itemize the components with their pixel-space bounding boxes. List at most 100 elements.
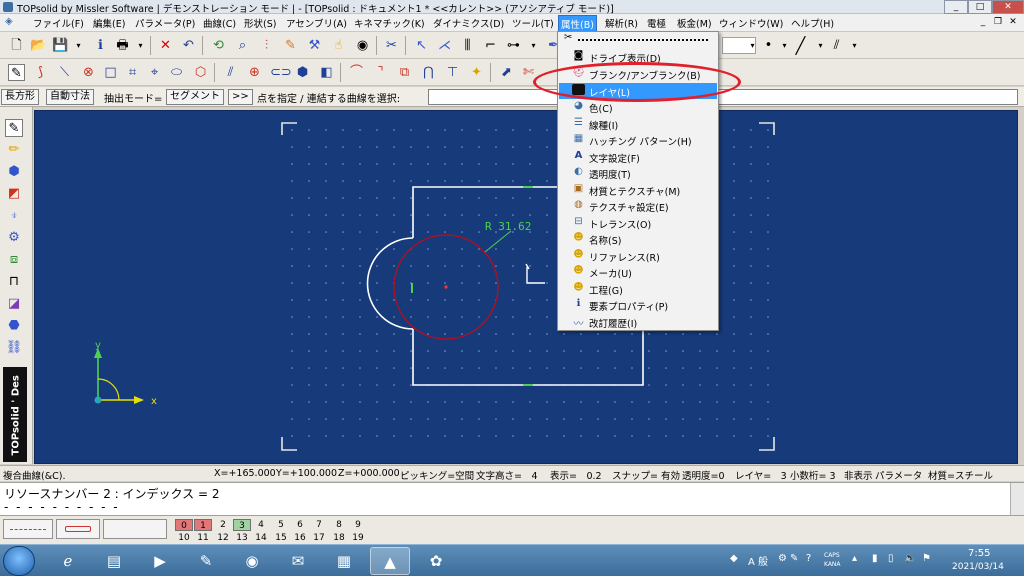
cube-icon[interactable]: ⬢ (5, 163, 23, 181)
auto-dimension-button[interactable]: 自動寸法 (46, 89, 94, 105)
menu-tools[interactable]: ツール(T) (511, 16, 555, 30)
layer-18[interactable]: 18 (330, 532, 348, 544)
delete-icon[interactable]: ✕ (157, 37, 174, 54)
menu-shape[interactable]: 形状(S) (243, 16, 277, 30)
paint-icon[interactable]: ✿ (416, 547, 456, 575)
split-icon[interactable]: ⋌ (436, 37, 453, 54)
menu-edit[interactable]: 編集(E) (92, 16, 126, 30)
layer-5[interactable]: 5 (272, 519, 290, 531)
rectangle-icon[interactable]: □ (102, 64, 119, 81)
layer-17[interactable]: 17 (310, 532, 328, 544)
shape-preview[interactable] (56, 519, 100, 539)
menu-item-text-settings[interactable]: A 文字設定(F) (559, 149, 717, 165)
layer-14[interactable]: 14 (252, 532, 270, 544)
paint-tool-icon[interactable]: ✎ (186, 547, 226, 575)
menu-item-transparency[interactable]: ◐ 透明度(T) (559, 165, 717, 181)
frame-icon[interactable]: ⌗ (124, 64, 141, 81)
menu-assembly[interactable]: アセンブリ(A) (285, 16, 348, 30)
layer-15[interactable]: 15 (272, 532, 290, 544)
layer-1[interactable]: 1 (194, 519, 212, 531)
tool-icon[interactable]: ✎ (282, 37, 299, 54)
layer-4[interactable]: 4 (252, 519, 270, 531)
minimize-button[interactable]: _ (944, 0, 968, 14)
status-parameters[interactable]: パラメータ (875, 468, 922, 482)
chain-icon[interactable]: ⛓ (5, 339, 23, 357)
tray-icon[interactable]: ⊓ (5, 273, 23, 291)
line-preview[interactable] (3, 519, 53, 539)
corner-icon[interactable]: ⌝ (372, 64, 389, 81)
status-material[interactable]: 材質=スチール (928, 468, 993, 482)
circle-icon[interactable]: ⊗ (80, 64, 97, 81)
undo-icon[interactable]: ↶ (180, 37, 197, 54)
open-folder-icon[interactable]: 📂 (30, 37, 47, 54)
construction-icon[interactable]: ⌖ (146, 64, 163, 81)
doc-icon[interactable]: ◈ (5, 16, 13, 27)
next-button[interactable]: >> (228, 89, 253, 105)
surface-icon[interactable]: ◩ (5, 185, 23, 203)
modify-icon[interactable]: ⫶ (258, 37, 275, 54)
menu-item-material-texture[interactable]: ▣ 材質とテクスチャ(M) (559, 182, 717, 198)
offset-icon[interactable]: ⊶ (505, 37, 522, 54)
arch-icon[interactable]: ⋂ (420, 64, 437, 81)
menu-sheetmetal[interactable]: 板金(M) (676, 16, 713, 30)
layer-10[interactable]: 10 (175, 532, 193, 544)
arc-icon[interactable]: ⌒ (348, 64, 365, 81)
clock-time[interactable]: 7:55 (968, 548, 990, 559)
pin-icon[interactable]: ⍖ (5, 207, 23, 225)
topsolid-task-icon[interactable]: ▲ (370, 547, 410, 575)
layer-8[interactable]: 8 (330, 519, 348, 531)
point-dropdown-icon[interactable]: ▾ (776, 37, 793, 54)
media-player-icon[interactable]: ▶ (140, 547, 180, 575)
rectangle-button[interactable]: 長方形 (1, 89, 39, 105)
line-icon[interactable]: ⟍ (56, 64, 73, 81)
solid-icon[interactable]: ⬢ (294, 64, 311, 81)
offset-dropdown-icon[interactable]: ▾ (525, 37, 542, 54)
new-file-icon[interactable]: 🗋 (8, 37, 25, 54)
status-text-height[interactable]: 文字高さ= 4 (476, 468, 538, 482)
update-icon[interactable]: ⟲ (210, 37, 227, 54)
thickness-preview[interactable] (103, 519, 167, 539)
calculator-icon[interactable]: ▦ (324, 547, 364, 575)
start-button[interactable] (3, 546, 35, 576)
mdi-restore-button[interactable]: ❐ (991, 17, 1005, 27)
explorer-icon[interactable]: ▤ (94, 547, 134, 575)
layer-2[interactable]: 2 (214, 519, 232, 531)
sketch-icon[interactable]: ✎ (8, 64, 25, 81)
tee-icon[interactable]: ⊤ (444, 64, 461, 81)
info-icon[interactable]: ℹ (92, 37, 109, 54)
layer-12[interactable]: 12 (214, 532, 232, 544)
menu-curve[interactable]: 曲線(C) (202, 16, 237, 30)
sheet-icon[interactable]: ⬣ (5, 317, 23, 335)
menu-window[interactable]: ウィンドウ(W) (718, 16, 784, 30)
ime-flag-icon[interactable]: ◆ (730, 553, 738, 564)
menu-item-revision-history[interactable]: 〰 改訂履歴(I) (559, 314, 717, 330)
color-dropdown-icon[interactable]: ▾ (744, 37, 761, 54)
flag-icon[interactable]: ⚑ (922, 553, 931, 564)
menu-parameter[interactable]: パラメータ(P) (134, 16, 196, 30)
menu-item-hatch-pattern[interactable]: ▦ ハッチング パターン(H) (559, 132, 717, 148)
chamfer-icon[interactable]: ⌐ (482, 37, 499, 54)
square-link-icon[interactable]: ⧉ (396, 64, 413, 81)
eye-icon[interactable]: ◉ (354, 37, 371, 54)
line-dropdown-icon[interactable]: ▾ (812, 37, 829, 54)
polyline-icon[interactable]: ⟆ (32, 64, 49, 81)
status-decimals[interactable]: 小数桁= 3 (790, 468, 836, 482)
menu-item-name[interactable]: ☻ 名称(S) (559, 231, 717, 247)
layer-7[interactable]: 7 (310, 519, 328, 531)
layer-13[interactable]: 13 (233, 532, 251, 544)
layer-16[interactable]: 16 (291, 532, 309, 544)
menu-analysis[interactable]: 解析(R) (604, 16, 639, 30)
pencil-icon[interactable]: ✏ (5, 141, 23, 159)
trim-icon[interactable]: ↖ (413, 37, 430, 54)
network-icon[interactable]: ▯ (888, 553, 894, 564)
assembly-icon[interactable]: ⧈ (5, 251, 23, 269)
mdi-minimize-button[interactable]: _ (976, 17, 990, 27)
save-dropdown-icon[interactable]: ▾ (70, 37, 87, 54)
ie-icon[interactable]: ℯ (48, 547, 88, 575)
slot-icon[interactable]: ⊂⊃ (270, 64, 292, 81)
center-point-icon[interactable]: ⊕ (246, 64, 263, 81)
hatch-dropdown-icon[interactable]: ▾ (846, 37, 863, 54)
maximize-button[interactable]: □ (968, 0, 992, 14)
menu-item-tolerance[interactable]: ⊟ トレランス(O) (559, 215, 717, 231)
status-transparency[interactable]: 透明度=0 (682, 468, 725, 482)
